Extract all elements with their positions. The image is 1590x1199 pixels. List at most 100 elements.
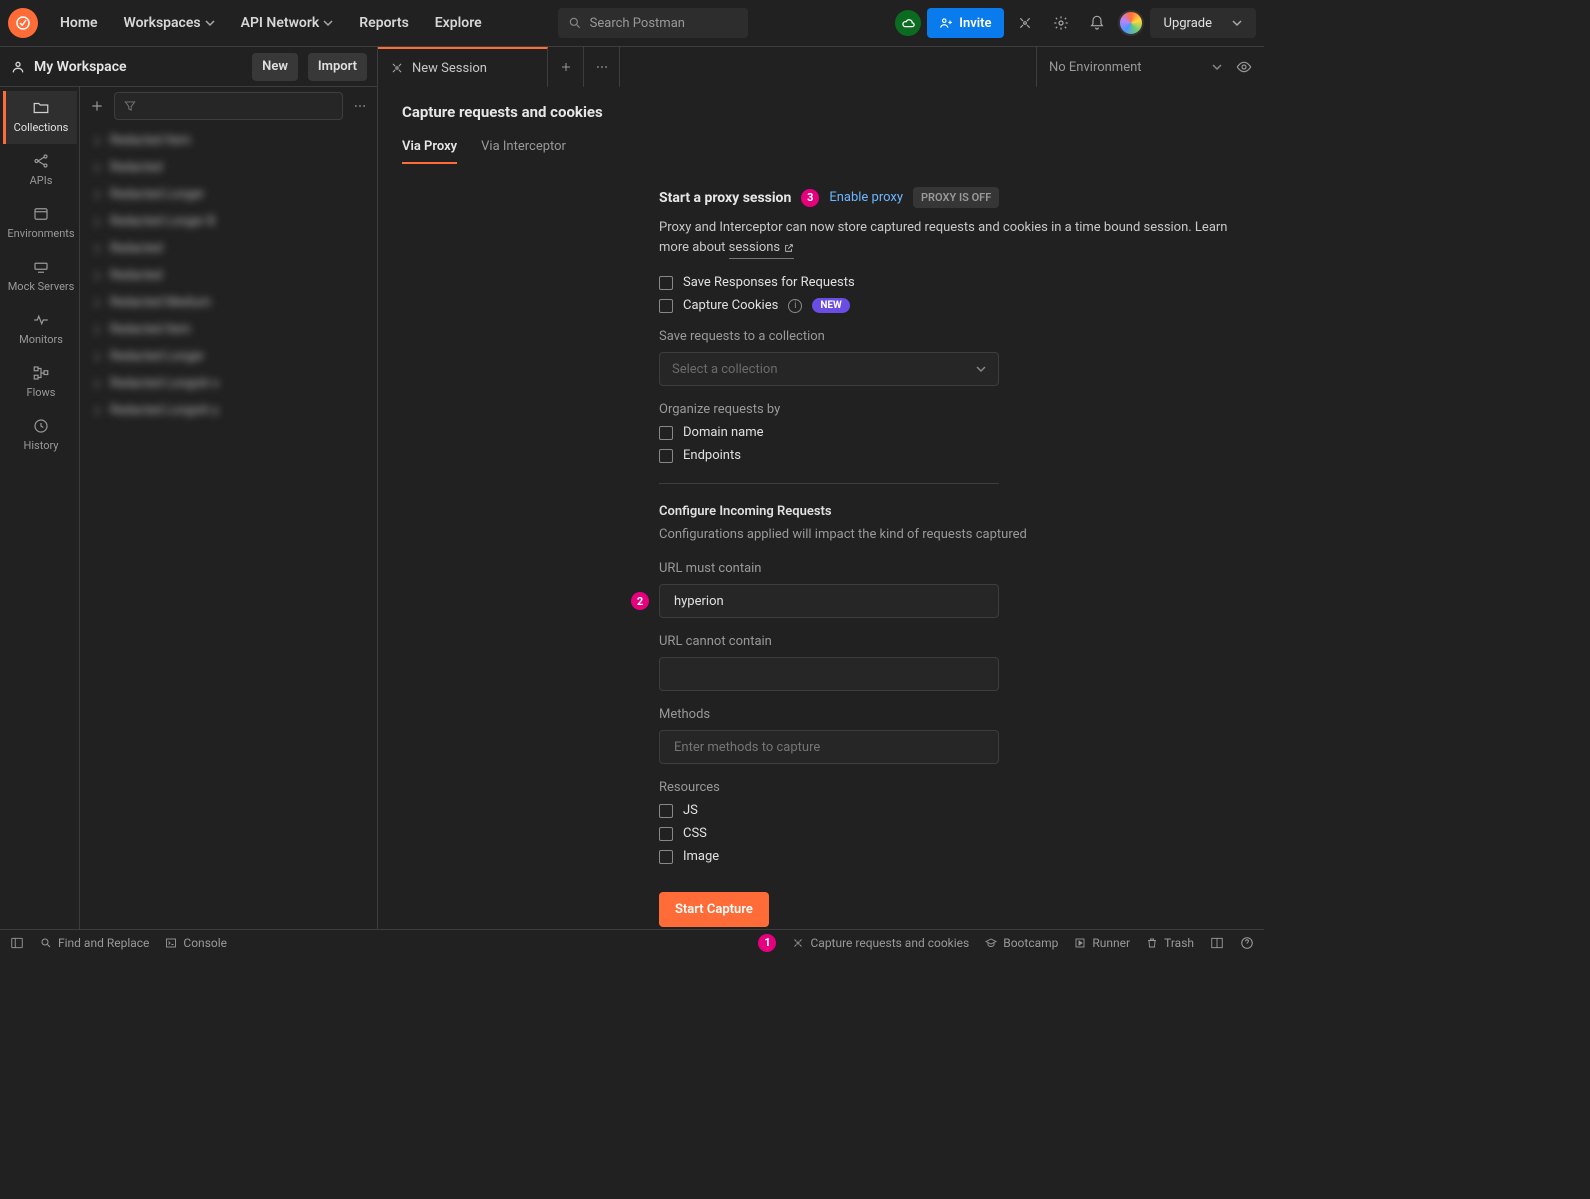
tree-item[interactable]: Redacted Medium [80, 289, 377, 316]
tab-via-interceptor[interactable]: Via Interceptor [481, 139, 566, 164]
proxy-session-title: Start a proxy session [659, 190, 791, 206]
methods-input[interactable] [659, 730, 999, 764]
sessions-link[interactable]: sessions [729, 238, 795, 259]
nav-home[interactable]: Home [50, 9, 108, 37]
sync-status[interactable] [895, 10, 921, 36]
side-rail: Collections APIs Environments Mock Serve… [0, 87, 80, 929]
rail-collections[interactable]: Collections [3, 91, 77, 144]
callout-1: 1 [758, 934, 776, 952]
workspace-picker[interactable]: My Workspace [10, 59, 242, 75]
save-collection-label: Save requests to a collection [659, 329, 1240, 344]
runner-button[interactable]: Runner [1074, 936, 1130, 950]
collection-select[interactable]: Select a collection [659, 352, 999, 386]
tab-add-button[interactable] [548, 47, 584, 87]
capture-footer-button[interactable]: Capture requests and cookies [792, 936, 969, 950]
bell-icon[interactable] [1082, 8, 1112, 38]
start-capture-button[interactable]: Start Capture [659, 892, 769, 927]
checkbox-icon [659, 850, 673, 864]
env-icon [32, 205, 50, 223]
tree-item[interactable]: Redacted [80, 154, 377, 181]
postman-logo[interactable] [8, 8, 38, 38]
status-bar: Find and Replace Console 1 Capture reque… [0, 929, 1264, 955]
bootcamp-button[interactable]: Bootcamp [985, 936, 1058, 950]
satellite-icon[interactable] [1010, 8, 1040, 38]
url-cannot-contain-field[interactable] [672, 666, 986, 683]
checkbox-endpoints[interactable]: Endpoints [659, 448, 1240, 463]
two-pane-icon[interactable] [1210, 936, 1224, 950]
checkbox-capture-cookies[interactable]: Capture Cookies i NEW [659, 298, 1240, 313]
upgrade-label: Upgrade [1164, 16, 1212, 31]
nav-workspaces[interactable]: Workspaces [114, 9, 225, 37]
checkbox-save-responses[interactable]: Save Responses for Requests [659, 275, 1240, 290]
url-must-contain-input[interactable] [659, 584, 999, 618]
rail-monitors[interactable]: Monitors [3, 303, 77, 356]
settings-icon[interactable] [1046, 8, 1076, 38]
chevron-down-icon [1212, 62, 1222, 72]
flows-icon [32, 364, 50, 382]
trash-button[interactable]: Trash [1146, 936, 1194, 950]
rail-apis[interactable]: APIs [3, 144, 77, 197]
plus-icon[interactable] [90, 99, 104, 113]
eye-icon[interactable] [1236, 59, 1252, 75]
find-replace-button[interactable]: Find and Replace [40, 936, 149, 950]
checkbox-image[interactable]: Image [659, 849, 1240, 864]
tree-filter-input[interactable] [114, 92, 343, 120]
checkbox-icon [659, 804, 673, 818]
global-search[interactable]: Search Postman [558, 8, 748, 38]
console-button[interactable]: Console [165, 936, 227, 950]
callout-2: 2 [631, 592, 649, 610]
chevron-right-icon [92, 406, 102, 416]
tree-item[interactable]: Redacted Longer [80, 181, 377, 208]
invite-button[interactable]: Invite [927, 8, 1003, 38]
tree-item[interactable]: Redacted Item [80, 316, 377, 343]
rail-mock[interactable]: Mock Servers [3, 250, 77, 303]
rail-flows[interactable]: Flows [3, 356, 77, 409]
rail-environments[interactable]: Environments [3, 197, 77, 250]
help-icon[interactable] [1240, 936, 1254, 950]
url-contain-label: URL must contain [659, 561, 1240, 576]
environment-picker[interactable]: No Environment [1036, 47, 1264, 87]
chevron-right-icon [92, 271, 102, 281]
tree-item[interactable]: Redacted [80, 262, 377, 289]
proxy-status-chip: PROXY IS OFF [913, 187, 999, 208]
chevron-right-icon [92, 136, 102, 146]
chevron-right-icon [92, 217, 102, 227]
user-avatar[interactable] [1118, 10, 1144, 36]
tree-item[interactable]: Redacted Longish x [80, 370, 377, 397]
more-icon[interactable] [353, 99, 367, 113]
chevron-right-icon [92, 352, 102, 362]
url-not-label: URL cannot contain [659, 634, 1240, 649]
proxy-description: Proxy and Interceptor can now store capt… [659, 218, 1240, 259]
tree-item[interactable]: Redacted Longer B [80, 208, 377, 235]
nav-workspaces-label: Workspaces [124, 15, 201, 31]
url-must-contain-field[interactable] [672, 593, 986, 610]
checkbox-icon [659, 299, 673, 313]
tree-item[interactable]: Redacted Longish y [80, 397, 377, 424]
apis-icon [32, 152, 50, 170]
nav-api-network[interactable]: API Network [231, 9, 344, 37]
sidebar-toggle[interactable] [10, 936, 24, 950]
checkbox-domain[interactable]: Domain name [659, 425, 1240, 440]
url-cannot-contain-input[interactable] [659, 657, 999, 691]
nav-explore[interactable]: Explore [425, 9, 492, 37]
tab-new-session[interactable]: New Session [378, 47, 548, 87]
workspace-name: My Workspace [34, 59, 127, 75]
methods-field[interactable] [672, 739, 986, 756]
invite-label: Invite [959, 16, 991, 31]
tab-via-proxy[interactable]: Via Proxy [402, 139, 457, 164]
workspace-bar: My Workspace New Import [0, 47, 377, 87]
checkbox-css[interactable]: CSS [659, 826, 1240, 841]
resources-label: Resources [659, 780, 1240, 795]
checkbox-js[interactable]: JS [659, 803, 1240, 818]
tab-more-button[interactable] [584, 47, 620, 87]
tree-item[interactable]: Redacted Longer [80, 343, 377, 370]
import-button[interactable]: Import [308, 53, 367, 81]
tree-item[interactable]: Redacted Item [80, 127, 377, 154]
nav-reports[interactable]: Reports [349, 9, 419, 37]
enable-proxy-link[interactable]: Enable proxy [829, 190, 903, 205]
rail-history[interactable]: History [3, 409, 77, 462]
tree-item[interactable]: Redacted [80, 235, 377, 262]
new-button[interactable]: New [252, 53, 298, 81]
upgrade-button[interactable]: Upgrade [1150, 8, 1256, 38]
person-icon [10, 59, 26, 75]
